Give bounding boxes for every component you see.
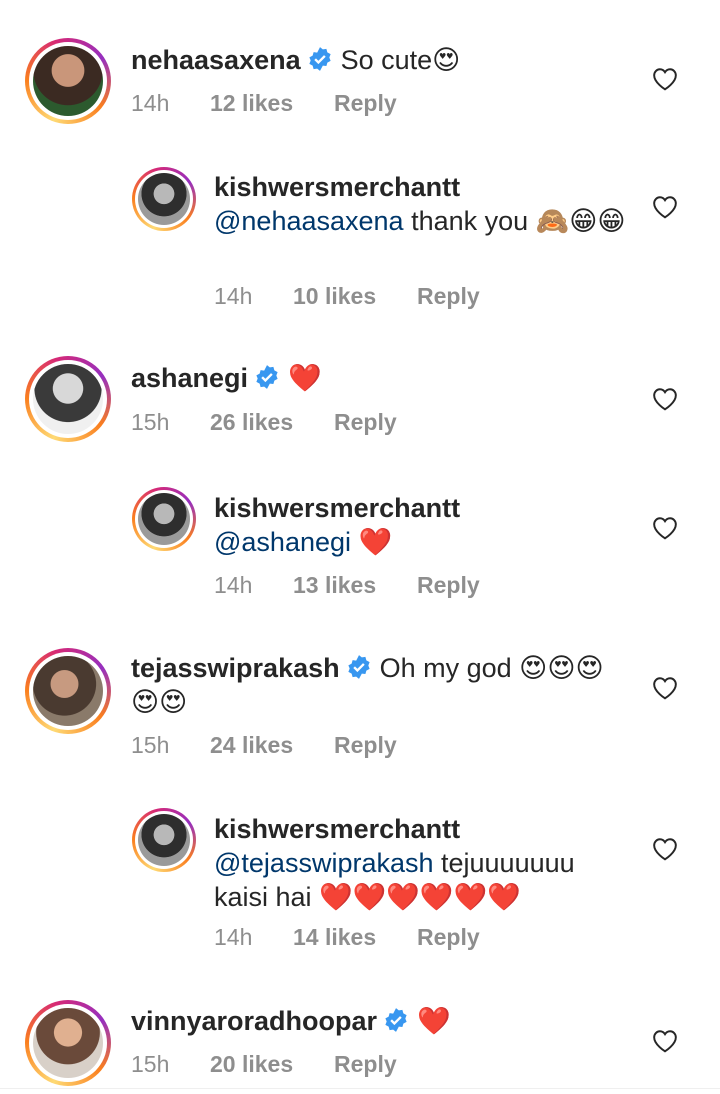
reply-button[interactable]: Reply [334,90,397,117]
reply-button[interactable]: Reply [417,572,480,599]
username[interactable]: vinnyaroradhoopar [131,1006,377,1036]
mention-link[interactable]: @ashanegi [214,527,351,557]
username[interactable]: tejasswiprakash [131,653,340,683]
comment-body: ❤️ [351,527,393,557]
comment-meta: 14h 10 likes Reply [214,283,480,310]
mention-link[interactable]: @tejasswiprakash [214,848,434,878]
heart-outline-icon[interactable] [652,67,678,91]
reply-button[interactable]: Reply [334,409,397,436]
heart-outline-icon[interactable] [652,387,678,411]
avatar[interactable] [138,173,190,225]
username[interactable]: kishwersmerchantt [214,170,628,204]
timestamp: 15h [131,732,170,758]
reply-button[interactable]: Reply [334,732,397,759]
comment-reply: kishwersmerchantt @tejasswiprakash tejuu… [0,808,720,958]
timestamp: 14h [131,90,170,116]
heart-outline-icon[interactable] [652,676,678,700]
likes-count[interactable]: 12 likes [210,90,334,117]
reply-button[interactable]: Reply [417,924,480,951]
comment: nehaasaxena So cute😍 14h 12 likes Reply [0,38,720,138]
comment-reply: kishwersmerchantt @nehaasaxena thank you… [0,165,720,315]
likes-count[interactable]: 13 likes [293,572,417,599]
avatar[interactable] [33,46,103,116]
timestamp: 14h [214,572,253,598]
verified-badge-icon [385,1008,407,1032]
timestamp: 14h [214,924,253,950]
timestamp: 15h [131,409,170,435]
username[interactable]: kishwersmerchantt [214,491,628,525]
comment-text: kishwersmerchantt @nehaasaxena thank you… [214,170,634,238]
avatar[interactable] [138,493,190,545]
avatar[interactable] [33,1008,103,1078]
comment-text: kishwersmerchantt @ashanegi ❤️ [214,491,634,559]
comment-body: ❤️ [288,363,322,393]
username[interactable]: kishwersmerchantt [214,812,628,846]
likes-count[interactable]: 20 likes [210,1051,334,1078]
comment-reply: kishwersmerchantt @ashanegi ❤️ 14h 13 lik… [0,487,720,607]
heart-outline-icon[interactable] [652,1029,678,1053]
timestamp: 15h [131,1051,170,1077]
avatar[interactable] [33,364,103,434]
bottom-divider [0,1088,720,1089]
comment-meta: 15h 20 likes Reply [131,1051,397,1078]
heart-outline-icon[interactable] [652,195,678,219]
heart-outline-icon[interactable] [652,516,678,540]
verified-badge-icon [308,47,331,71]
comment-text: ashanegi ❤️ [131,361,631,395]
likes-count[interactable]: 14 likes [293,924,417,951]
comment: vinnyaroradhoopar ❤️ 15h 20 likes Reply [0,1000,720,1088]
comment-body: So cute😍 [340,45,461,75]
likes-count[interactable]: 26 likes [210,409,334,436]
comment-text: tejasswiprakash Oh my god 😍😍😍😍😍 [131,651,631,719]
heart-outline-icon[interactable] [652,837,678,861]
comment-body: ❤️ [417,1006,451,1036]
comment-meta: 14h 13 likes Reply [214,572,480,599]
comment: ashanegi ❤️ 15h 26 likes Reply [0,356,720,456]
comment-meta: 15h 26 likes Reply [131,409,397,436]
mention-link[interactable]: @nehaasaxena [214,206,404,236]
comment-text: nehaasaxena So cute😍 [131,43,631,77]
comment-meta: 15h 24 likes Reply [131,732,397,759]
comment-meta: 14h 12 likes Reply [131,90,397,117]
timestamp: 14h [214,283,253,309]
comment-body: thank you 🙈😁😁 [403,206,626,236]
reply-button[interactable]: Reply [417,283,480,310]
comment-meta: 14h 14 likes Reply [214,924,480,951]
reply-button[interactable]: Reply [334,1051,397,1078]
comment: tejasswiprakash Oh my god 😍😍😍😍😍 15h 24 lik… [0,648,720,768]
comment-text: kishwersmerchantt @tejasswiprakash tejuu… [214,812,634,914]
likes-count[interactable]: 10 likes [293,283,417,310]
verified-badge-icon [348,655,370,679]
avatar[interactable] [138,814,190,866]
verified-badge-icon [256,365,278,389]
comment-text: vinnyaroradhoopar ❤️ [131,1004,631,1038]
username[interactable]: nehaasaxena [131,45,301,75]
likes-count[interactable]: 24 likes [210,732,334,759]
avatar[interactable] [33,656,103,726]
username[interactable]: ashanegi [131,363,248,393]
